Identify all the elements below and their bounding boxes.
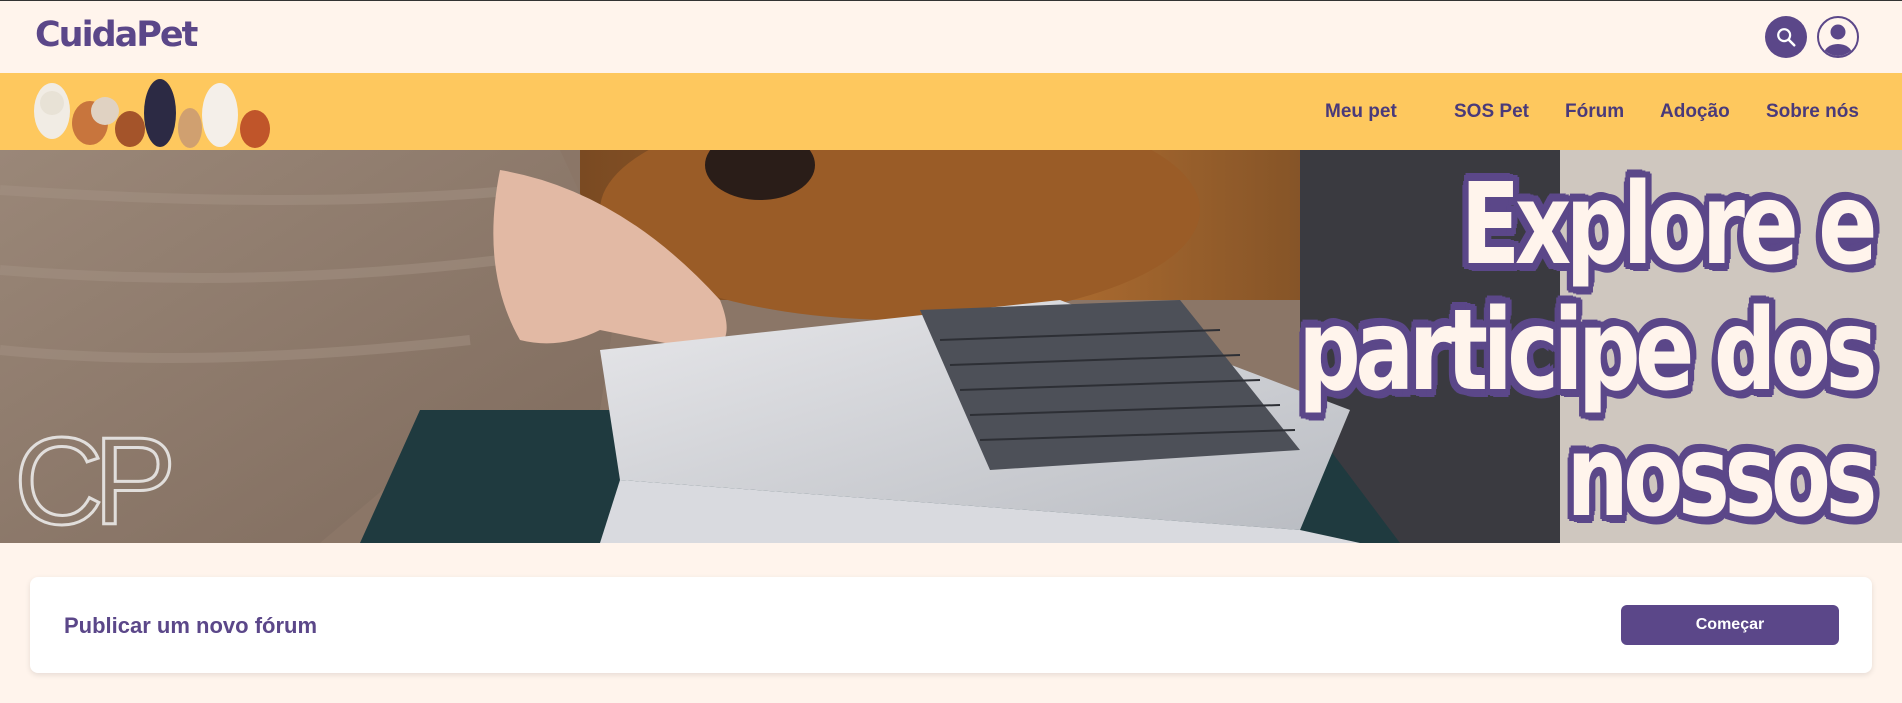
main-nav: Meu pet SOS Pet Fórum Adoção Sobre nós bbox=[0, 73, 1902, 150]
hero-banner: CP Explore e participe dos nossos Fóruns… bbox=[0, 150, 1902, 543]
new-forum-title: Publicar um novo fórum bbox=[64, 613, 318, 638]
search-icon bbox=[1777, 28, 1796, 47]
profile-button[interactable] bbox=[1817, 16, 1859, 58]
hero-title-line-2: participe dos bbox=[1298, 286, 1877, 416]
hero-title-line-1: Explore e bbox=[1460, 160, 1878, 290]
hero-title-line-3: nossos Fóruns! bbox=[1535, 412, 1878, 543]
hero-title: Explore e participe dos nossos Fóruns! bbox=[1279, 160, 1878, 543]
search-button[interactable] bbox=[1765, 16, 1807, 58]
nav-item-sos-pet[interactable]: SOS Pet bbox=[1454, 101, 1529, 123]
site-logo[interactable]: CuidaPet bbox=[35, 15, 198, 55]
nav-item-adocao[interactable]: Adoção bbox=[1660, 101, 1730, 123]
dogs-banner-image bbox=[34, 79, 270, 148]
nav-item-meu-pet[interactable]: Meu pet bbox=[1325, 101, 1397, 123]
user-profile-icon bbox=[1824, 24, 1852, 56]
nav-item-sobre-nos[interactable]: Sobre nós bbox=[1766, 101, 1859, 123]
new-forum-card: Publicar um novo fórum Começar bbox=[30, 577, 1872, 673]
start-button[interactable]: Começar bbox=[1621, 605, 1839, 645]
cp-watermark: CP bbox=[12, 413, 177, 544]
top-header: CuidaPet bbox=[0, 0, 1902, 73]
nav-item-forum[interactable]: Fórum bbox=[1565, 101, 1624, 123]
